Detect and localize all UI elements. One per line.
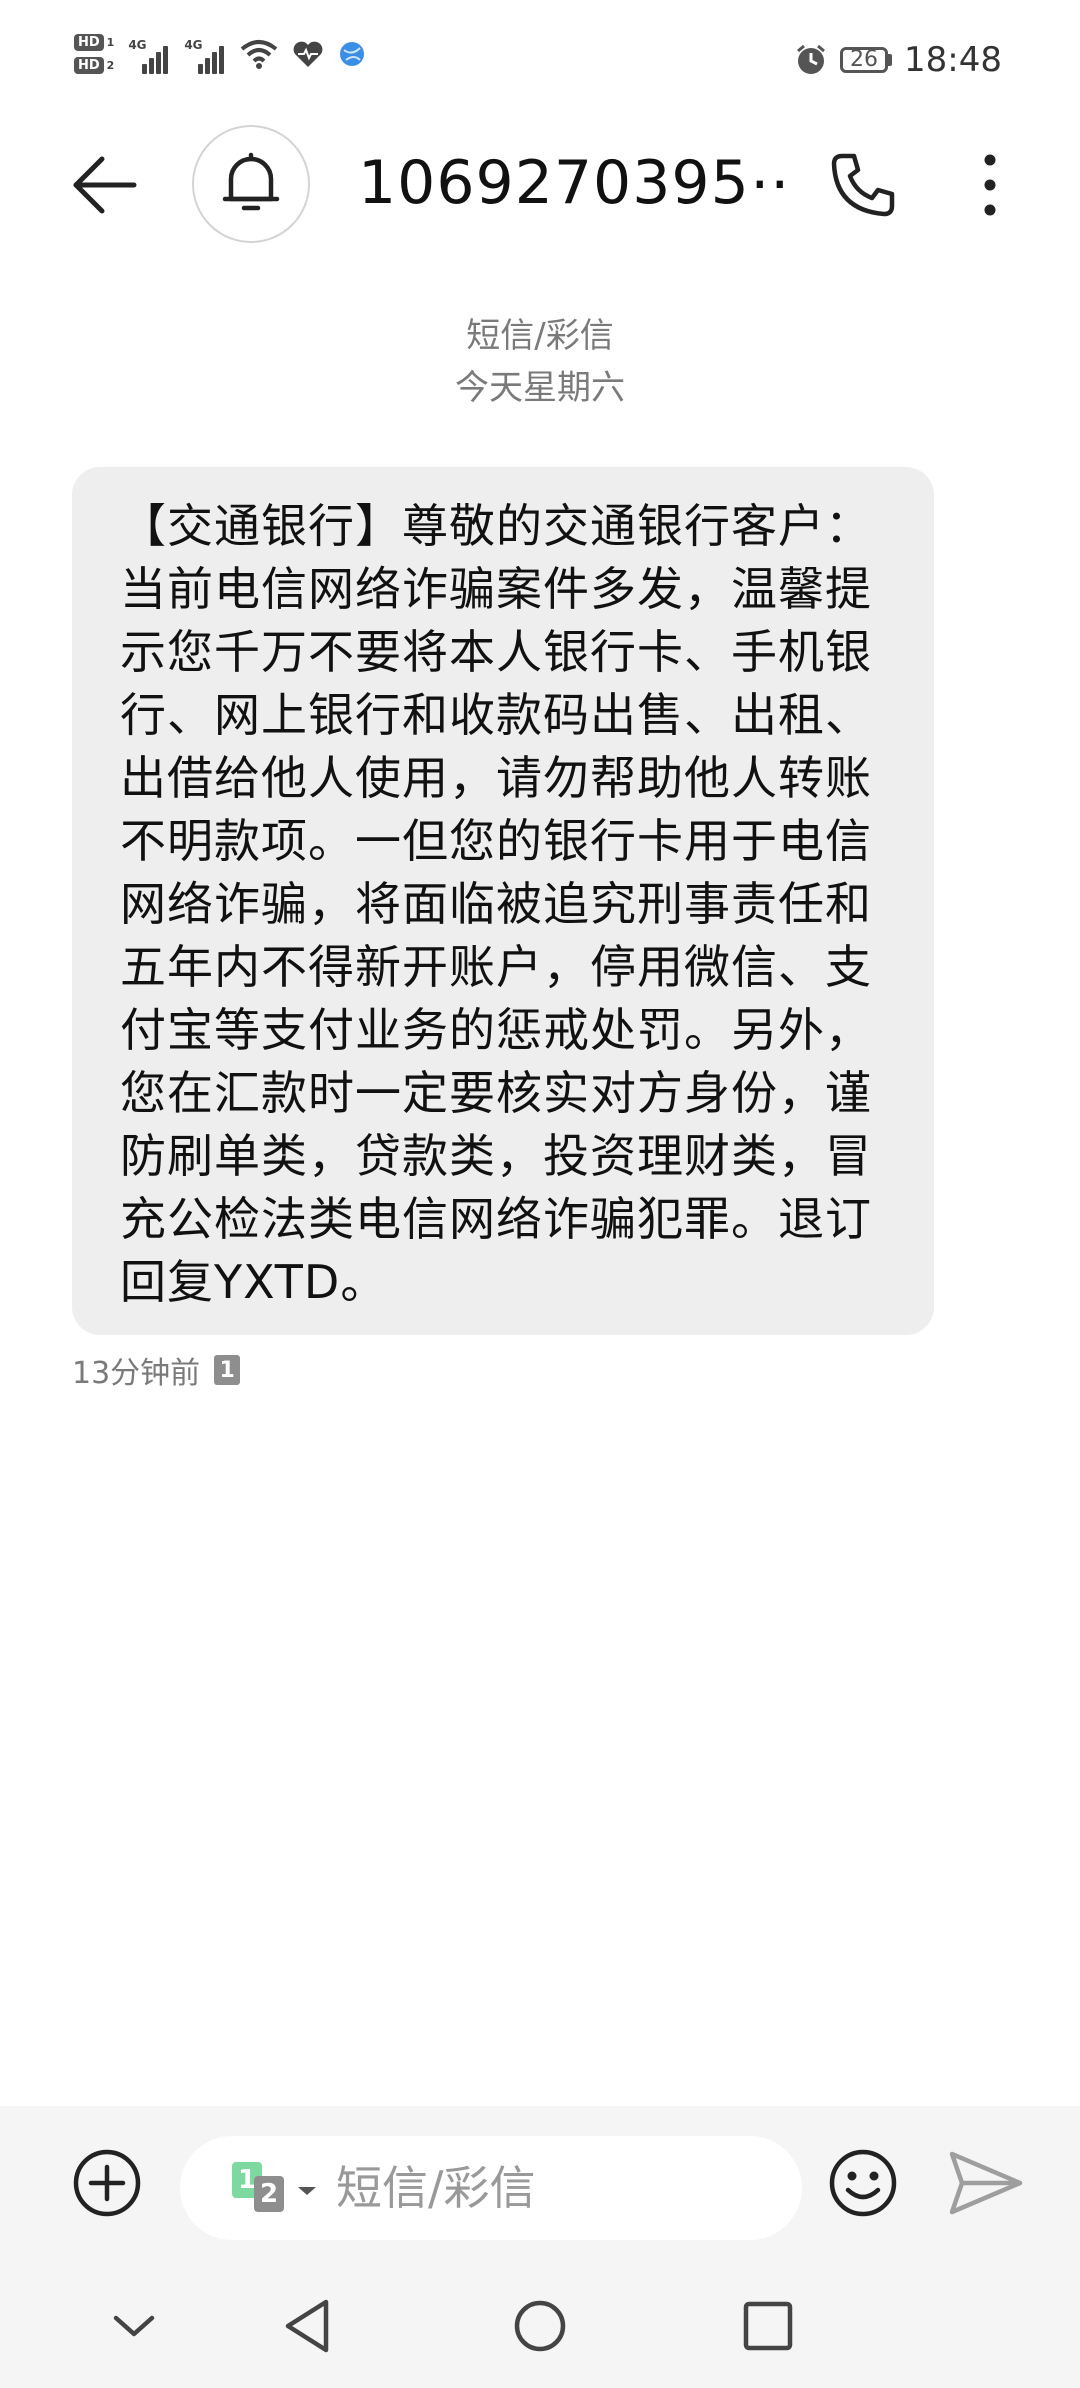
- browser-globe-icon: [340, 42, 365, 66]
- system-navigation-bar: [0, 2266, 1080, 2388]
- composer-bar: 1 2: [0, 2106, 1080, 2266]
- send-icon: [949, 2151, 1023, 2215]
- notification-toggle-button[interactable]: [192, 125, 310, 243]
- nav-back-button[interactable]: [276, 2294, 340, 2358]
- conversation-header: 1069270395⋯: [0, 120, 1080, 250]
- plus-circle-icon: [73, 2149, 141, 2217]
- message-time: 13分钟前: [72, 1356, 201, 1391]
- arrow-left-icon: [73, 156, 137, 214]
- message-bubble[interactable]: 【交通银行】尊敬的交通银行客户：当前电信网络诈骗案件多发，温馨提示您千万不要将本…: [72, 467, 934, 1335]
- clock-time: 18:48: [904, 40, 1002, 80]
- smiley-icon: [829, 2149, 897, 2217]
- health-heart-icon: [293, 41, 323, 67]
- message-meta: 13分钟前 1: [72, 1348, 241, 1392]
- nav-recents-button[interactable]: [736, 2294, 800, 2358]
- alarm-icon: [797, 44, 825, 74]
- date-label: 今天星期六: [455, 368, 625, 408]
- sim1-hd-indicator: HD 1: [74, 34, 114, 51]
- back-button[interactable]: [70, 150, 140, 220]
- channel-label: 短信/彩信: [466, 316, 614, 356]
- sim2-hd-indicator: HD 2: [74, 57, 114, 74]
- chevron-down-icon: [113, 2315, 155, 2337]
- send-button[interactable]: [948, 2148, 1024, 2218]
- status-right: 26 18:48: [794, 40, 1002, 80]
- battery-icon: 26: [840, 47, 893, 73]
- signal-icon: 4G: [184, 34, 226, 74]
- call-button[interactable]: [828, 150, 898, 220]
- more-vertical-icon: [984, 154, 996, 216]
- conversation-info: 短信/彩信 今天星期六: [0, 310, 1080, 414]
- message-input-container: 1 2: [180, 2136, 802, 2240]
- message-text: 【交通银行】尊敬的交通银行客户：当前电信网络诈骗案件多发，温馨提示您千万不要将本…: [120, 499, 872, 1309]
- status-bar: HD 1 HD 2 4G 4G 26 18:48: [0, 0, 1080, 120]
- hd-indicators: HD 1 HD 2: [74, 34, 114, 74]
- message-input[interactable]: [334, 2160, 758, 2216]
- sim-selector[interactable]: 1 2: [232, 2158, 326, 2218]
- emoji-button[interactable]: [828, 2148, 898, 2218]
- circle-home-icon: [514, 2300, 566, 2352]
- contact-number-title[interactable]: 1069270395⋯: [358, 148, 788, 218]
- square-recents-icon: [743, 2301, 793, 2351]
- status-left: HD 1 HD 2 4G 4G: [74, 34, 366, 74]
- sim-card-badge: 1: [214, 1355, 241, 1385]
- messaging-screen: HD 1 HD 2 4G 4G 26 18:48 1069270395⋯ 短信/…: [0, 0, 1080, 2388]
- wifi-icon: [241, 40, 278, 69]
- more-options-button[interactable]: [955, 150, 1025, 220]
- signal-icon: 4G: [128, 34, 170, 74]
- bell-icon: [222, 152, 280, 211]
- add-attachment-button[interactable]: [72, 2148, 142, 2218]
- sim2-icon: 2: [254, 2176, 284, 2212]
- phone-icon: [831, 153, 895, 217]
- nav-collapse-button[interactable]: [102, 2294, 166, 2358]
- chevron-down-icon: [298, 2187, 316, 2195]
- nav-home-button[interactable]: [508, 2294, 572, 2358]
- triangle-back-icon: [285, 2299, 329, 2353]
